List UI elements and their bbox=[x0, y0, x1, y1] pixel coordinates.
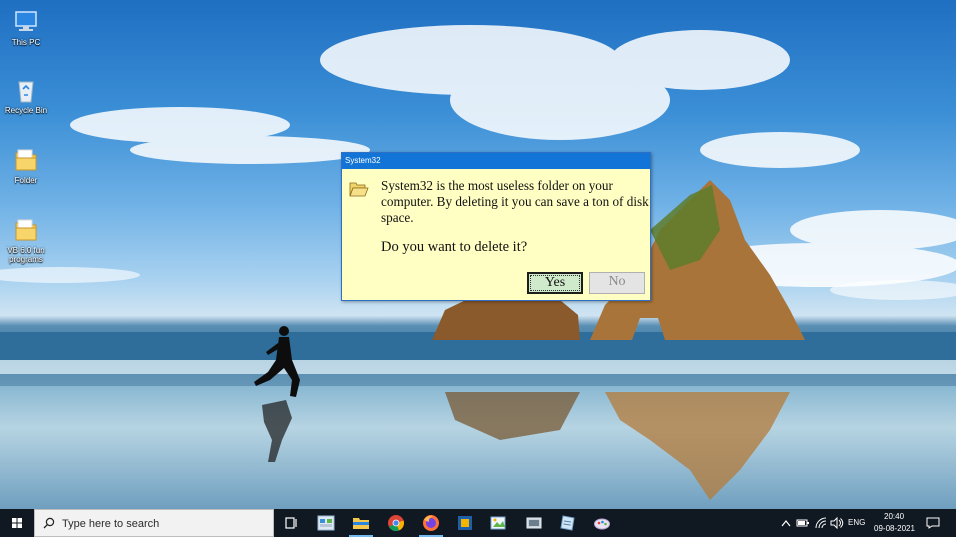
taskbar: Type here to search ENG 20:40 09-08-2021 bbox=[0, 509, 956, 537]
search-icon bbox=[43, 517, 55, 529]
language-indicator[interactable]: ENG bbox=[848, 518, 865, 527]
desktop-icon-recycle-bin[interactable]: Recycle Bin bbox=[2, 76, 50, 115]
search-placeholder: Type here to search bbox=[62, 518, 160, 530]
dialog-question: Do you want to delete it? bbox=[381, 239, 528, 255]
clock-time[interactable]: 20:40 bbox=[884, 512, 904, 521]
yes-button[interactable]: Yes bbox=[527, 272, 583, 294]
desktop-icon-this-pc[interactable]: This PC bbox=[2, 8, 50, 47]
desktop-icon-label: VB 6.0 fun programs bbox=[7, 246, 45, 264]
file-explorer-icon[interactable] bbox=[351, 513, 371, 533]
control-panel-icon[interactable] bbox=[316, 513, 336, 533]
recycle-bin-icon bbox=[12, 76, 40, 104]
no-button[interactable]: No bbox=[589, 272, 645, 294]
firefox-icon[interactable] bbox=[421, 513, 441, 533]
task-view-icon[interactable] bbox=[281, 513, 301, 533]
desktop-icon-label: This PC bbox=[11, 38, 41, 47]
open-folder-icon bbox=[349, 181, 369, 197]
chrome-icon[interactable] bbox=[386, 513, 406, 533]
notepad-icon[interactable] bbox=[558, 513, 578, 533]
volume-icon[interactable] bbox=[830, 517, 844, 529]
settings-icon[interactable] bbox=[592, 513, 612, 533]
system32-dialog: System32 System32 is the most useless fo… bbox=[341, 152, 651, 301]
folder-icon bbox=[12, 216, 40, 244]
dialog-title[interactable]: System32 bbox=[342, 153, 650, 169]
virtualbox-icon[interactable] bbox=[455, 513, 475, 533]
desktop-icon-folder[interactable]: Folder bbox=[2, 146, 50, 185]
start-button[interactable] bbox=[0, 509, 34, 537]
folder-icon bbox=[12, 146, 40, 174]
search-box[interactable]: Type here to search bbox=[34, 509, 274, 537]
clock-date[interactable]: 09-08-2021 bbox=[874, 524, 915, 533]
desktop-icon-vb-programs[interactable]: VB 6.0 fun programs bbox=[2, 216, 50, 264]
windows-logo-icon bbox=[12, 518, 22, 528]
computer-icon bbox=[12, 8, 40, 36]
paint-icon[interactable] bbox=[489, 513, 509, 533]
wifi-icon[interactable] bbox=[815, 517, 827, 529]
app-icon[interactable] bbox=[524, 513, 544, 533]
desktop-icon-label: Recycle Bin bbox=[4, 106, 48, 115]
chevron-up-icon[interactable] bbox=[781, 519, 791, 527]
desktop-icon-label: Folder bbox=[14, 176, 38, 185]
battery-icon[interactable] bbox=[796, 518, 810, 528]
dialog-message: System32 is the most useless folder on y… bbox=[381, 178, 649, 225]
notification-icon[interactable] bbox=[926, 517, 940, 529]
